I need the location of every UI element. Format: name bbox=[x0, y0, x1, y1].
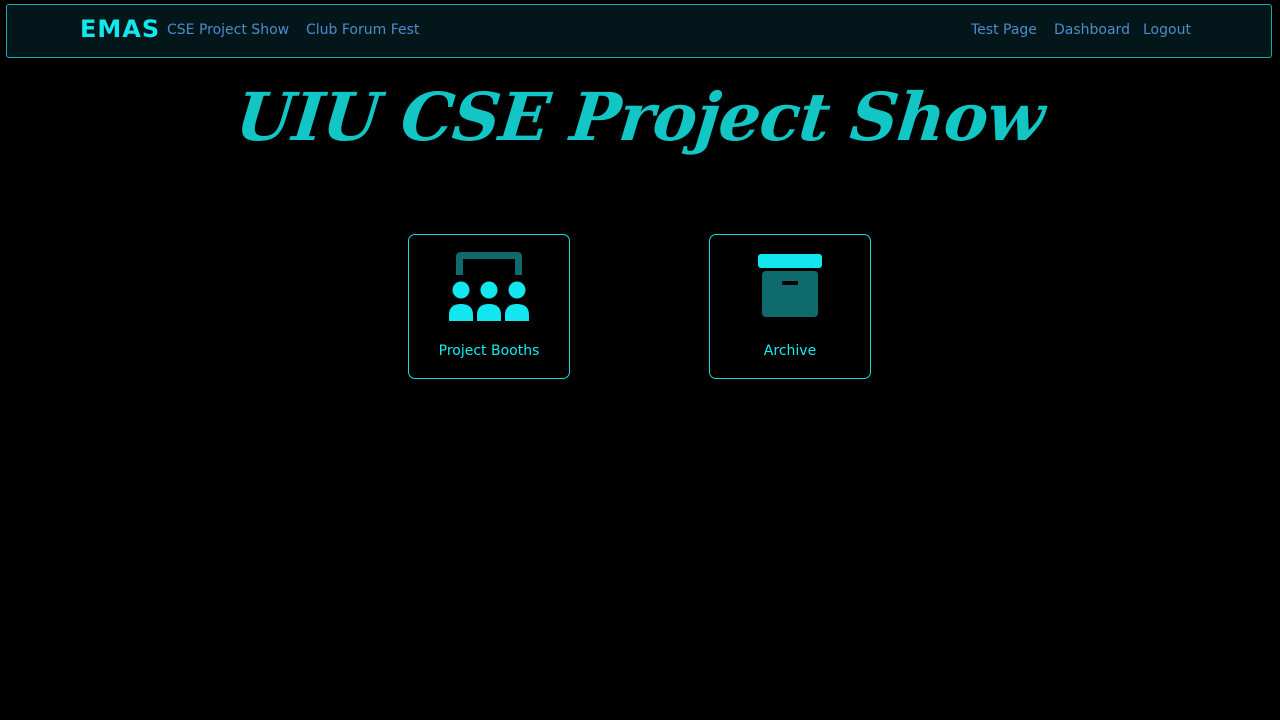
project-booths-label: Project Booths bbox=[438, 343, 540, 359]
brand-logo[interactable]: EMAS bbox=[80, 15, 160, 43]
nav-link-test-page[interactable]: Test Page bbox=[971, 22, 1037, 38]
nav-link-cse-project-show[interactable]: CSE Project Show bbox=[167, 22, 289, 38]
archive-box-icon bbox=[710, 249, 870, 325]
people-group-icon bbox=[409, 249, 569, 325]
project-booths-card[interactable]: Project Booths bbox=[408, 234, 570, 379]
archive-label: Archive bbox=[763, 343, 817, 359]
nav-link-club-forum-fest[interactable]: Club Forum Fest bbox=[306, 22, 419, 38]
archive-card[interactable]: Archive bbox=[709, 234, 871, 379]
nav-link-logout[interactable]: Logout bbox=[1143, 22, 1191, 38]
top-navbar: EMAS CSE Project Show Club Forum Fest Te… bbox=[6, 4, 1272, 58]
page-title: UIU CSE Project Show bbox=[232, 78, 1048, 156]
nav-link-dashboard[interactable]: Dashboard bbox=[1054, 22, 1130, 38]
